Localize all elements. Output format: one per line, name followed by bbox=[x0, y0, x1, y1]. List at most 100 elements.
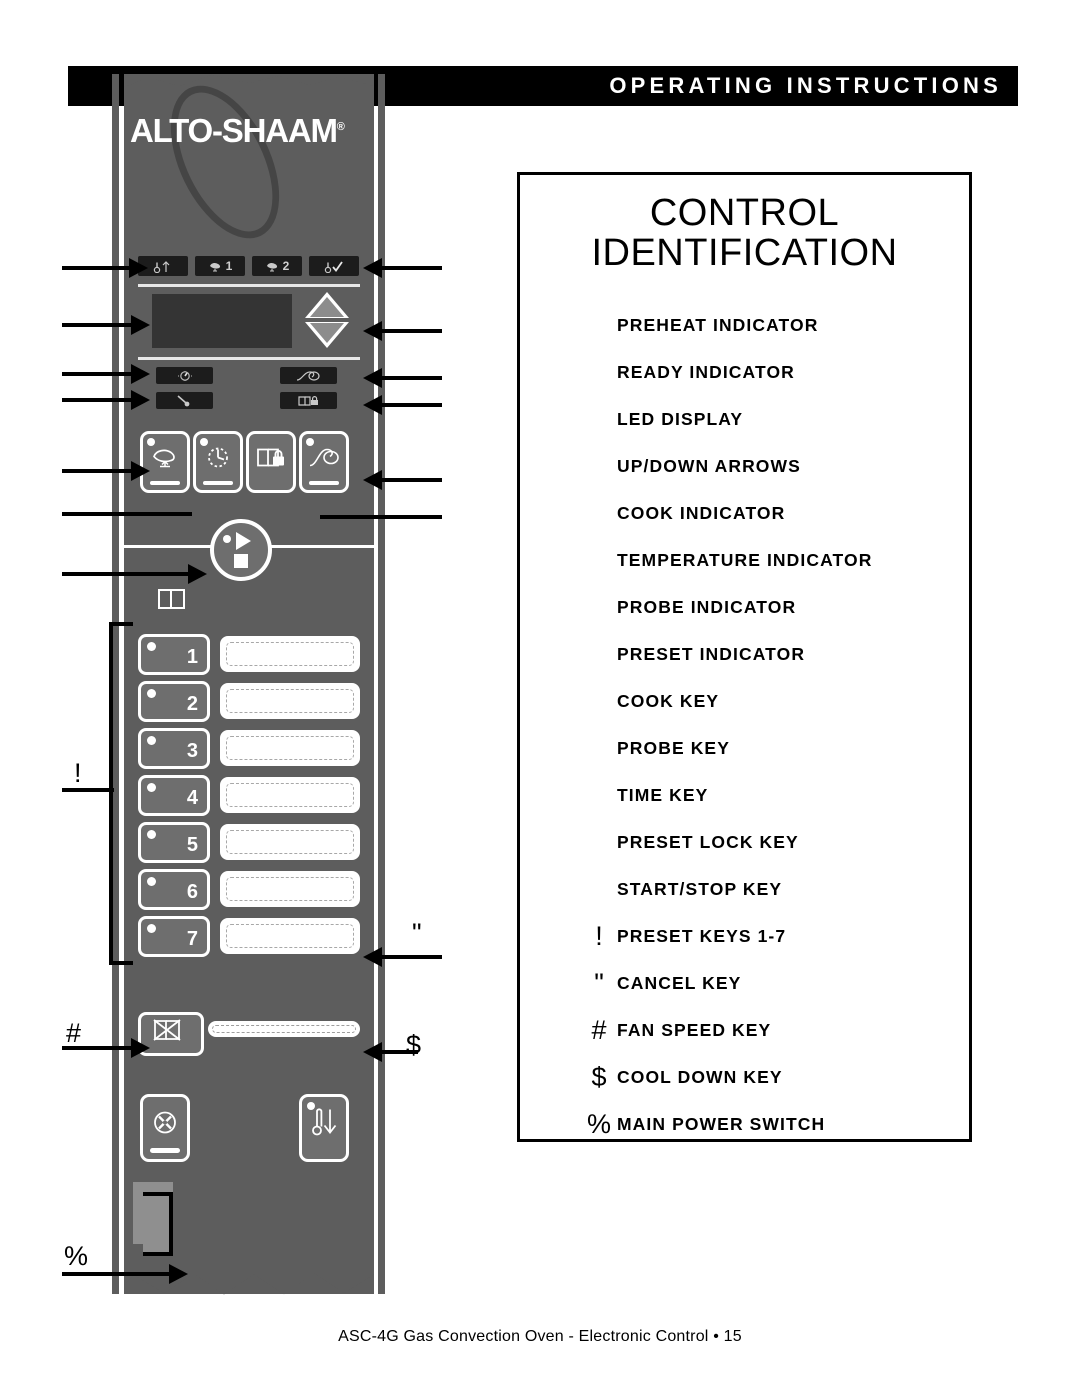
indicator-strip: 1 2 bbox=[138, 256, 360, 276]
list-item-label: PRESET KEYS 1-7 bbox=[617, 925, 787, 946]
preset-key-2[interactable]: 2 bbox=[138, 681, 210, 722]
preset-key-3[interactable]: 3 bbox=[138, 728, 210, 769]
callout-arrow-start-stop bbox=[188, 564, 207, 584]
identification-title-line2: IDENTIFICATION bbox=[591, 232, 898, 275]
probe-key-led bbox=[306, 438, 314, 446]
preset-key-1-led bbox=[147, 642, 156, 651]
list-item: COOK INDICATOR bbox=[617, 490, 969, 537]
preset-label-1 bbox=[220, 636, 360, 672]
list-item-label: START/STOP KEY bbox=[617, 878, 783, 899]
cook-indicator-1-label: 1 bbox=[225, 259, 233, 273]
callout-arrow-led-display bbox=[131, 315, 150, 335]
preset-label-6 bbox=[220, 871, 360, 907]
callout-line-temperature-indicator bbox=[382, 376, 442, 380]
preset-key-3-label: 3 bbox=[186, 740, 198, 762]
preset-key-7[interactable]: 7 bbox=[138, 916, 210, 957]
panel-divider-top bbox=[138, 284, 360, 287]
callout-line-cancel-key bbox=[382, 955, 442, 959]
callout-line-led-display bbox=[62, 323, 134, 327]
fan-speed-key[interactable] bbox=[140, 1094, 190, 1162]
cool-down-key[interactable] bbox=[299, 1094, 349, 1162]
list-item: PROBE INDICATOR bbox=[617, 584, 969, 631]
control-identification-box: CONTROL IDENTIFICATION PREHEAT INDICATOR… bbox=[517, 172, 972, 1142]
callout-arrow-probe-key bbox=[363, 470, 382, 490]
led-display bbox=[152, 294, 292, 348]
preset-key-5-label: 5 bbox=[186, 834, 198, 856]
preset-lock-key[interactable] bbox=[246, 431, 296, 493]
brand-logo: ALTO-SHAAM® bbox=[130, 112, 370, 150]
page-footer: ASC-4G Gas Convection Oven - Electronic … bbox=[338, 1328, 742, 1345]
list-item: " CANCEL KEY bbox=[594, 960, 969, 1007]
preset-row: 3 bbox=[138, 728, 363, 769]
preset-key-5[interactable]: 5 bbox=[138, 822, 210, 863]
preset-lock-icon bbox=[297, 395, 318, 406]
preset-key-6[interactable]: 6 bbox=[138, 869, 210, 910]
roast-chicken-icon bbox=[266, 262, 277, 272]
power-switch-tick bbox=[88, 1186, 91, 1200]
fan-speed-key-bar bbox=[150, 1148, 180, 1153]
preset-key-7-label: 7 bbox=[186, 928, 198, 950]
fan-icon bbox=[150, 1107, 180, 1142]
preset-key-1[interactable]: 1 bbox=[138, 634, 210, 675]
identification-title: CONTROL IDENTIFICATION bbox=[520, 193, 969, 274]
callout-arrow-preset-indicator bbox=[363, 395, 382, 415]
callout-marker-power-switch: % bbox=[64, 1241, 89, 1271]
callout-line-preset-lock-key bbox=[320, 515, 442, 519]
callout-marker-cool-down-key: $ bbox=[406, 1030, 422, 1060]
list-item: TIME KEY bbox=[617, 772, 969, 819]
up-arrow-key[interactable] bbox=[305, 292, 349, 318]
book-lock-icon bbox=[255, 443, 287, 476]
callout-arrow-cool-down-key bbox=[363, 1042, 382, 1062]
callout-line-preset-indicator bbox=[382, 403, 442, 407]
list-item-label: TEMPERATURE INDICATOR bbox=[617, 549, 873, 570]
main-power-switch[interactable] bbox=[143, 1192, 173, 1256]
list-item-label: UP/DOWN ARROWS bbox=[617, 455, 801, 476]
probe-key[interactable] bbox=[299, 431, 349, 493]
list-item-label: CANCEL KEY bbox=[617, 972, 742, 993]
time-key[interactable] bbox=[193, 431, 243, 493]
callout-bracket-preset-keys bbox=[109, 622, 133, 965]
callout-arrow-fan-speed bbox=[131, 1038, 150, 1058]
callout-arrow-cook-key bbox=[131, 461, 150, 481]
panel-right-edge bbox=[378, 74, 385, 1294]
preset-key-2-label: 2 bbox=[186, 693, 198, 715]
thermometer-up-icon bbox=[153, 260, 170, 273]
control-panel-illustration: ALTO-SHAAM® 1 2 1 2 3 4 5 6 7 bbox=[100, 68, 400, 1295]
recipe-book-icon bbox=[156, 586, 188, 617]
list-item: READY INDICATOR bbox=[617, 349, 969, 396]
identification-title-line1: CONTROL bbox=[649, 192, 840, 234]
thermometer-down-icon bbox=[308, 1105, 340, 1144]
list-item: UP/DOWN ARROWS bbox=[617, 443, 969, 490]
callout-line-start-stop bbox=[62, 572, 192, 576]
preset-key-6-label: 6 bbox=[186, 881, 198, 903]
preset-row: 5 bbox=[138, 822, 363, 863]
preset-row: 7 bbox=[138, 916, 363, 957]
preset-label-7 bbox=[220, 918, 360, 954]
callout-arrow-temperature-indicator bbox=[363, 368, 382, 388]
preset-label-5 bbox=[220, 824, 360, 860]
cancel-row bbox=[138, 1012, 363, 1056]
timer-clock-icon bbox=[203, 442, 233, 477]
list-item-symbol: # bbox=[591, 1014, 607, 1045]
start-stop-key[interactable] bbox=[210, 519, 272, 581]
callout-line-arrows bbox=[382, 329, 442, 333]
list-item: TEMPERATURE INDICATOR bbox=[617, 537, 969, 584]
list-item: COOK KEY bbox=[617, 678, 969, 725]
cook-indicator-lamp bbox=[156, 367, 213, 384]
stop-icon bbox=[234, 554, 248, 568]
list-item-label: COOK KEY bbox=[617, 690, 720, 711]
list-item: START/STOP KEY bbox=[617, 866, 969, 913]
preset-key-4[interactable]: 4 bbox=[138, 775, 210, 816]
preset-label-4 bbox=[220, 777, 360, 813]
temperature-icon bbox=[296, 370, 320, 381]
list-item: PROBE KEY bbox=[617, 725, 969, 772]
list-item-label: TIME KEY bbox=[617, 784, 709, 805]
identification-list: PREHEAT INDICATOR READY INDICATOR LED DI… bbox=[520, 302, 969, 1148]
down-arrow-key[interactable] bbox=[305, 322, 349, 348]
cook-key-bar bbox=[150, 481, 180, 485]
preset-key-2-led bbox=[147, 689, 156, 698]
preset-row: 6 bbox=[138, 869, 363, 910]
preset-row: 4 bbox=[138, 775, 363, 816]
page: OPERATING INSTRUCTIONS ALTO-SHAAM® 1 2 1… bbox=[0, 0, 1080, 1397]
callout-line-probe-key bbox=[382, 478, 442, 482]
